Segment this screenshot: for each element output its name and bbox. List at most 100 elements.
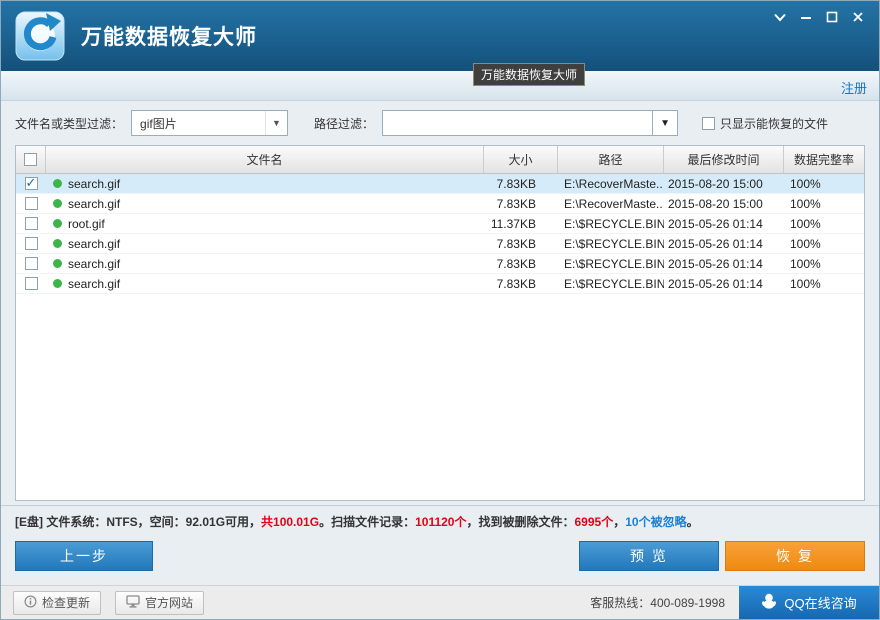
service-hotline: 客服热线：400-089-1998 xyxy=(590,594,725,611)
select-all-checkbox[interactable] xyxy=(24,153,37,166)
path-filter-combo: ▼ xyxy=(382,110,678,136)
official-site-label: 官方网站 xyxy=(145,594,193,611)
check-update-label: 检查更新 xyxy=(42,594,90,611)
summary-text: 。扫描文件记录： xyxy=(319,515,415,529)
check-update-icon xyxy=(24,595,37,611)
recoverable-dot-icon xyxy=(53,279,62,288)
column-header-path[interactable]: 路径 xyxy=(558,146,664,173)
file-size: 7.83KB xyxy=(484,194,558,213)
file-integrity: 100% xyxy=(784,274,864,293)
recoverable-dot-icon xyxy=(53,239,62,248)
file-modified-time: 2015-05-26 01:14 xyxy=(664,254,784,273)
file-size: 7.83KB xyxy=(484,234,558,253)
file-name: search.gif xyxy=(68,277,120,291)
only-recoverable-checkbox-group[interactable]: 只显示能恢复的文件 xyxy=(702,115,828,132)
dropdown-arrow-icon[interactable]: ▼ xyxy=(265,111,287,135)
file-name: search.gif xyxy=(68,257,120,271)
path-filter-label: 路径过滤： xyxy=(314,115,374,132)
file-path: E:\$RECYCLE.BIN.. xyxy=(558,274,664,293)
summary-ignored-count: 10个被忽略 xyxy=(625,515,686,529)
column-header-size[interactable]: 大小 xyxy=(484,146,558,173)
recover-button[interactable]: 恢 复 xyxy=(725,541,865,571)
official-site-icon xyxy=(126,595,140,611)
file-path: E:\$RECYCLE.BIN.. xyxy=(558,234,664,253)
action-bar: 上一步 预 览 恢 复 xyxy=(1,532,879,580)
only-recoverable-checkbox[interactable] xyxy=(702,117,715,130)
tooltip: 万能数据恢复大师 xyxy=(473,63,585,86)
file-integrity: 100% xyxy=(784,234,864,253)
file-type-selected-value: gif图片 xyxy=(140,115,265,132)
file-integrity: 100% xyxy=(784,194,864,213)
file-modified-time: 2015-08-20 15:00 xyxy=(664,194,784,213)
file-integrity: 100% xyxy=(784,254,864,273)
summary-text: ， xyxy=(613,515,625,529)
collapse-icon[interactable] xyxy=(767,6,793,28)
qq-support-label: QQ在线咨询 xyxy=(784,593,856,612)
preview-button[interactable]: 预 览 xyxy=(579,541,719,571)
file-size: 7.83KB xyxy=(484,254,558,273)
close-icon[interactable] xyxy=(845,6,871,28)
window-controls xyxy=(767,6,871,28)
summary-text: ，找到被删除文件： xyxy=(466,515,574,529)
table-row[interactable]: search.gif 7.83KB E:\$RECYCLE.BIN.. 2015… xyxy=(16,254,864,274)
row-checkbox[interactable] xyxy=(25,197,38,210)
summary-deleted-count: 6995个 xyxy=(575,515,614,529)
recoverable-dot-icon xyxy=(53,219,62,228)
qq-penguin-icon xyxy=(761,593,777,612)
file-modified-time: 2015-05-26 01:14 xyxy=(664,234,784,253)
only-recoverable-label: 只显示能恢复的文件 xyxy=(720,115,828,132)
file-integrity: 100% xyxy=(784,214,864,233)
file-name: search.gif xyxy=(68,177,120,191)
official-site-button[interactable]: 官方网站 xyxy=(115,591,204,615)
file-name: search.gif xyxy=(68,197,120,211)
file-modified-time: 2015-05-26 01:14 xyxy=(664,214,784,233)
table-row[interactable]: search.gif 7.83KB E:\RecoverMaste.. 2015… xyxy=(16,174,864,194)
path-filter-input[interactable] xyxy=(382,110,652,136)
summary-text: 。 xyxy=(687,515,699,529)
filter-bar: 文件名或类型过滤： gif图片 ▼ 路径过滤： ▼ 只显示能恢复的文件 xyxy=(1,101,879,145)
recoverable-dot-icon xyxy=(53,259,62,268)
row-checkbox[interactable] xyxy=(25,257,38,270)
recoverable-dot-icon xyxy=(53,199,62,208)
file-path: E:\$RECYCLE.BIN.. xyxy=(558,214,664,233)
table-header-row: 文件名 大小 路径 最后修改时间 数据完整率 xyxy=(16,146,864,174)
qq-support-button[interactable]: QQ在线咨询 xyxy=(739,586,879,619)
file-modified-time: 2015-05-26 01:14 xyxy=(664,274,784,293)
file-path: E:\RecoverMaste.. xyxy=(558,194,664,213)
scan-summary: [E盘] 文件系统：NTFS，空间：92.01G可用，共100.01G。扫描文件… xyxy=(1,506,879,532)
file-path: E:\$RECYCLE.BIN.. xyxy=(558,254,664,273)
app-window: 万能数据恢复大师 万能数据恢复大师 注册 文件名或类型过滤： gif图片 ▼ xyxy=(0,0,880,620)
maximize-icon[interactable] xyxy=(819,6,845,28)
app-logo-icon xyxy=(15,11,65,61)
table-row[interactable]: search.gif 7.83KB E:\$RECYCLE.BIN.. 2015… xyxy=(16,274,864,294)
file-size: 11.37KB xyxy=(484,214,558,233)
file-modified-time: 2015-08-20 15:00 xyxy=(664,174,784,193)
file-table: 文件名 大小 路径 最后修改时间 数据完整率 search.gif 7.83KB… xyxy=(15,145,865,501)
column-header-modified[interactable]: 最后修改时间 xyxy=(664,146,784,173)
table-row[interactable]: root.gif 11.37KB E:\$RECYCLE.BIN.. 2015-… xyxy=(16,214,864,234)
path-dropdown-arrow-icon[interactable]: ▼ xyxy=(652,110,678,136)
register-link[interactable]: 注册 xyxy=(841,78,867,97)
file-path: E:\RecoverMaste.. xyxy=(558,174,664,193)
table-row[interactable]: search.gif 7.83KB E:\RecoverMaste.. 2015… xyxy=(16,194,864,214)
check-update-button[interactable]: 检查更新 xyxy=(13,591,101,615)
minimize-icon[interactable] xyxy=(793,6,819,28)
file-type-filter-label: 文件名或类型过滤： xyxy=(15,115,123,132)
summary-scanned-count: 101120个 xyxy=(415,515,466,529)
recoverable-dot-icon xyxy=(53,179,62,188)
column-header-integrity[interactable]: 数据完整率 xyxy=(784,146,864,173)
footer-bar: 检查更新 官方网站 客服热线：400-089-1998 QQ在线咨询 xyxy=(1,585,879,619)
row-checkbox[interactable] xyxy=(25,237,38,250)
file-type-dropdown[interactable]: gif图片 ▼ xyxy=(131,110,288,136)
table-row[interactable]: search.gif 7.83KB E:\$RECYCLE.BIN.. 2015… xyxy=(16,234,864,254)
app-title: 万能数据恢复大师 xyxy=(81,21,257,51)
row-checkbox[interactable] xyxy=(25,217,38,230)
column-header-name[interactable]: 文件名 xyxy=(46,146,484,173)
file-integrity: 100% xyxy=(784,174,864,193)
summary-text: [E盘] 文件系统：NTFS，空间：92.01G可用， xyxy=(15,515,261,529)
file-name: root.gif xyxy=(68,217,105,231)
previous-step-button[interactable]: 上一步 xyxy=(15,541,153,571)
row-checkbox[interactable] xyxy=(25,177,38,190)
row-checkbox[interactable] xyxy=(25,277,38,290)
file-size: 7.83KB xyxy=(484,174,558,193)
